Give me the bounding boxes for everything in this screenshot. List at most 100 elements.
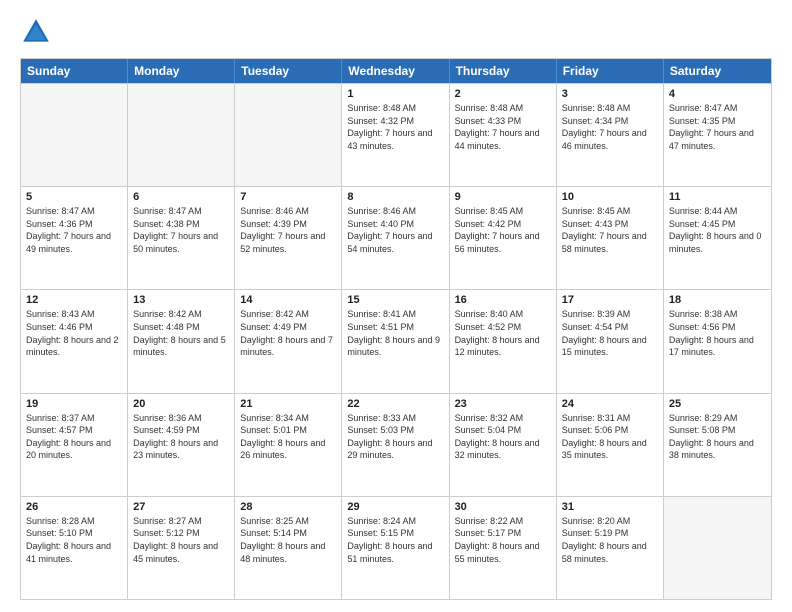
cell-info: Sunrise: 8:48 AM Sunset: 4:33 PM Dayligh… bbox=[455, 102, 551, 152]
cal-cell-1-5: 2 Sunrise: 8:48 AM Sunset: 4:33 PM Daylig… bbox=[450, 84, 557, 186]
logo bbox=[20, 16, 56, 48]
cal-cell-3-4: 15 Sunrise: 8:41 AM Sunset: 4:51 PM Dayli… bbox=[342, 290, 449, 392]
day-number: 28 bbox=[240, 501, 336, 513]
cal-cell-3-1: 12 Sunrise: 8:43 AM Sunset: 4:46 PM Dayli… bbox=[21, 290, 128, 392]
header-day-friday: Friday bbox=[557, 59, 664, 83]
day-number: 2 bbox=[455, 88, 551, 100]
day-number: 4 bbox=[669, 88, 766, 100]
cell-info: Sunrise: 8:28 AM Sunset: 5:10 PM Dayligh… bbox=[26, 515, 122, 565]
cal-cell-5-3: 28 Sunrise: 8:25 AM Sunset: 5:14 PM Dayli… bbox=[235, 497, 342, 599]
day-number: 3 bbox=[562, 88, 658, 100]
day-number: 10 bbox=[562, 191, 658, 203]
cell-info: Sunrise: 8:40 AM Sunset: 4:52 PM Dayligh… bbox=[455, 308, 551, 358]
cal-cell-2-3: 7 Sunrise: 8:46 AM Sunset: 4:39 PM Daylig… bbox=[235, 187, 342, 289]
cal-cell-5-6: 31 Sunrise: 8:20 AM Sunset: 5:19 PM Dayli… bbox=[557, 497, 664, 599]
cal-cell-4-2: 20 Sunrise: 8:36 AM Sunset: 4:59 PM Dayli… bbox=[128, 394, 235, 496]
cal-cell-4-1: 19 Sunrise: 8:37 AM Sunset: 4:57 PM Dayli… bbox=[21, 394, 128, 496]
cal-cell-2-7: 11 Sunrise: 8:44 AM Sunset: 4:45 PM Dayli… bbox=[664, 187, 771, 289]
day-number: 7 bbox=[240, 191, 336, 203]
header bbox=[20, 16, 772, 48]
header-day-tuesday: Tuesday bbox=[235, 59, 342, 83]
cell-info: Sunrise: 8:27 AM Sunset: 5:12 PM Dayligh… bbox=[133, 515, 229, 565]
cal-cell-5-2: 27 Sunrise: 8:27 AM Sunset: 5:12 PM Dayli… bbox=[128, 497, 235, 599]
cal-cell-4-3: 21 Sunrise: 8:34 AM Sunset: 5:01 PM Dayli… bbox=[235, 394, 342, 496]
calendar-header: SundayMondayTuesdayWednesdayThursdayFrid… bbox=[21, 59, 771, 83]
cell-info: Sunrise: 8:36 AM Sunset: 4:59 PM Dayligh… bbox=[133, 412, 229, 462]
day-number: 8 bbox=[347, 191, 443, 203]
cal-cell-1-7: 4 Sunrise: 8:47 AM Sunset: 4:35 PM Daylig… bbox=[664, 84, 771, 186]
cal-cell-5-7 bbox=[664, 497, 771, 599]
cal-cell-1-3 bbox=[235, 84, 342, 186]
cell-info: Sunrise: 8:22 AM Sunset: 5:17 PM Dayligh… bbox=[455, 515, 551, 565]
cal-cell-4-4: 22 Sunrise: 8:33 AM Sunset: 5:03 PM Dayli… bbox=[342, 394, 449, 496]
cell-info: Sunrise: 8:46 AM Sunset: 4:39 PM Dayligh… bbox=[240, 205, 336, 255]
cell-info: Sunrise: 8:47 AM Sunset: 4:38 PM Dayligh… bbox=[133, 205, 229, 255]
calendar-row-1: 1 Sunrise: 8:48 AM Sunset: 4:32 PM Daylig… bbox=[21, 83, 771, 186]
cell-info: Sunrise: 8:45 AM Sunset: 4:43 PM Dayligh… bbox=[562, 205, 658, 255]
cell-info: Sunrise: 8:34 AM Sunset: 5:01 PM Dayligh… bbox=[240, 412, 336, 462]
cal-cell-4-6: 24 Sunrise: 8:31 AM Sunset: 5:06 PM Dayli… bbox=[557, 394, 664, 496]
cal-cell-4-5: 23 Sunrise: 8:32 AM Sunset: 5:04 PM Dayli… bbox=[450, 394, 557, 496]
day-number: 24 bbox=[562, 398, 658, 410]
cell-info: Sunrise: 8:25 AM Sunset: 5:14 PM Dayligh… bbox=[240, 515, 336, 565]
cell-info: Sunrise: 8:33 AM Sunset: 5:03 PM Dayligh… bbox=[347, 412, 443, 462]
calendar: SundayMondayTuesdayWednesdayThursdayFrid… bbox=[20, 58, 772, 600]
cell-info: Sunrise: 8:39 AM Sunset: 4:54 PM Dayligh… bbox=[562, 308, 658, 358]
cell-info: Sunrise: 8:45 AM Sunset: 4:42 PM Dayligh… bbox=[455, 205, 551, 255]
day-number: 16 bbox=[455, 294, 551, 306]
cell-info: Sunrise: 8:43 AM Sunset: 4:46 PM Dayligh… bbox=[26, 308, 122, 358]
day-number: 11 bbox=[669, 191, 766, 203]
calendar-row-5: 26 Sunrise: 8:28 AM Sunset: 5:10 PM Dayli… bbox=[21, 496, 771, 599]
day-number: 5 bbox=[26, 191, 122, 203]
day-number: 27 bbox=[133, 501, 229, 513]
header-day-saturday: Saturday bbox=[664, 59, 771, 83]
cal-cell-3-5: 16 Sunrise: 8:40 AM Sunset: 4:52 PM Dayli… bbox=[450, 290, 557, 392]
cal-cell-3-2: 13Sunrise: 8:42 AM Sunset: 4:48 PM Dayli… bbox=[128, 290, 235, 392]
cell-info: Sunrise: 8:31 AM Sunset: 5:06 PM Dayligh… bbox=[562, 412, 658, 462]
calendar-row-2: 5Sunrise: 8:47 AM Sunset: 4:36 PM Daylig… bbox=[21, 186, 771, 289]
cal-cell-1-1 bbox=[21, 84, 128, 186]
day-number: 26 bbox=[26, 501, 122, 513]
cell-info: Sunrise: 8:46 AM Sunset: 4:40 PM Dayligh… bbox=[347, 205, 443, 255]
day-number: 25 bbox=[669, 398, 766, 410]
cal-cell-5-4: 29 Sunrise: 8:24 AM Sunset: 5:15 PM Dayli… bbox=[342, 497, 449, 599]
day-number: 6 bbox=[133, 191, 229, 203]
day-number: 22 bbox=[347, 398, 443, 410]
cell-info: Sunrise: 8:41 AM Sunset: 4:51 PM Dayligh… bbox=[347, 308, 443, 358]
cal-cell-1-4: 1 Sunrise: 8:48 AM Sunset: 4:32 PM Daylig… bbox=[342, 84, 449, 186]
cal-cell-5-5: 30 Sunrise: 8:22 AM Sunset: 5:17 PM Dayli… bbox=[450, 497, 557, 599]
cell-info: Sunrise: 8:37 AM Sunset: 4:57 PM Dayligh… bbox=[26, 412, 122, 462]
cell-info: Sunrise: 8:44 AM Sunset: 4:45 PM Dayligh… bbox=[669, 205, 766, 255]
calendar-row-4: 19 Sunrise: 8:37 AM Sunset: 4:57 PM Dayli… bbox=[21, 393, 771, 496]
cell-info: Sunrise: 8:47 AM Sunset: 4:35 PM Dayligh… bbox=[669, 102, 766, 152]
day-number: 12 bbox=[26, 294, 122, 306]
header-day-sunday: Sunday bbox=[21, 59, 128, 83]
day-number: 30 bbox=[455, 501, 551, 513]
cal-cell-2-5: 9 Sunrise: 8:45 AM Sunset: 4:42 PM Daylig… bbox=[450, 187, 557, 289]
cell-info: Sunrise: 8:32 AM Sunset: 5:04 PM Dayligh… bbox=[455, 412, 551, 462]
cal-cell-4-7: 25Sunrise: 8:29 AM Sunset: 5:08 PM Dayli… bbox=[664, 394, 771, 496]
day-number: 31 bbox=[562, 501, 658, 513]
cal-cell-2-2: 6 Sunrise: 8:47 AM Sunset: 4:38 PM Daylig… bbox=[128, 187, 235, 289]
day-number: 21 bbox=[240, 398, 336, 410]
day-number: 1 bbox=[347, 88, 443, 100]
cal-cell-2-4: 8 Sunrise: 8:46 AM Sunset: 4:40 PM Daylig… bbox=[342, 187, 449, 289]
cell-info: Sunrise: 8:20 AM Sunset: 5:19 PM Dayligh… bbox=[562, 515, 658, 565]
calendar-row-3: 12 Sunrise: 8:43 AM Sunset: 4:46 PM Dayli… bbox=[21, 289, 771, 392]
day-number: 15 bbox=[347, 294, 443, 306]
page: SundayMondayTuesdayWednesdayThursdayFrid… bbox=[0, 0, 792, 612]
day-number: 29 bbox=[347, 501, 443, 513]
cell-info: Sunrise: 8:42 AM Sunset: 4:48 PM Dayligh… bbox=[133, 308, 229, 358]
day-number: 9 bbox=[455, 191, 551, 203]
day-number: 23 bbox=[455, 398, 551, 410]
day-number: 18 bbox=[669, 294, 766, 306]
cal-cell-5-1: 26 Sunrise: 8:28 AM Sunset: 5:10 PM Dayli… bbox=[21, 497, 128, 599]
day-number: 19 bbox=[26, 398, 122, 410]
day-number: 20 bbox=[133, 398, 229, 410]
cell-info: Sunrise: 8:38 AM Sunset: 4:56 PM Dayligh… bbox=[669, 308, 766, 358]
cal-cell-3-7: 18 Sunrise: 8:38 AM Sunset: 4:56 PM Dayli… bbox=[664, 290, 771, 392]
cal-cell-2-1: 5Sunrise: 8:47 AM Sunset: 4:36 PM Daylig… bbox=[21, 187, 128, 289]
header-day-monday: Monday bbox=[128, 59, 235, 83]
cell-info: Sunrise: 8:48 AM Sunset: 4:32 PM Dayligh… bbox=[347, 102, 443, 152]
cell-info: Sunrise: 8:24 AM Sunset: 5:15 PM Dayligh… bbox=[347, 515, 443, 565]
